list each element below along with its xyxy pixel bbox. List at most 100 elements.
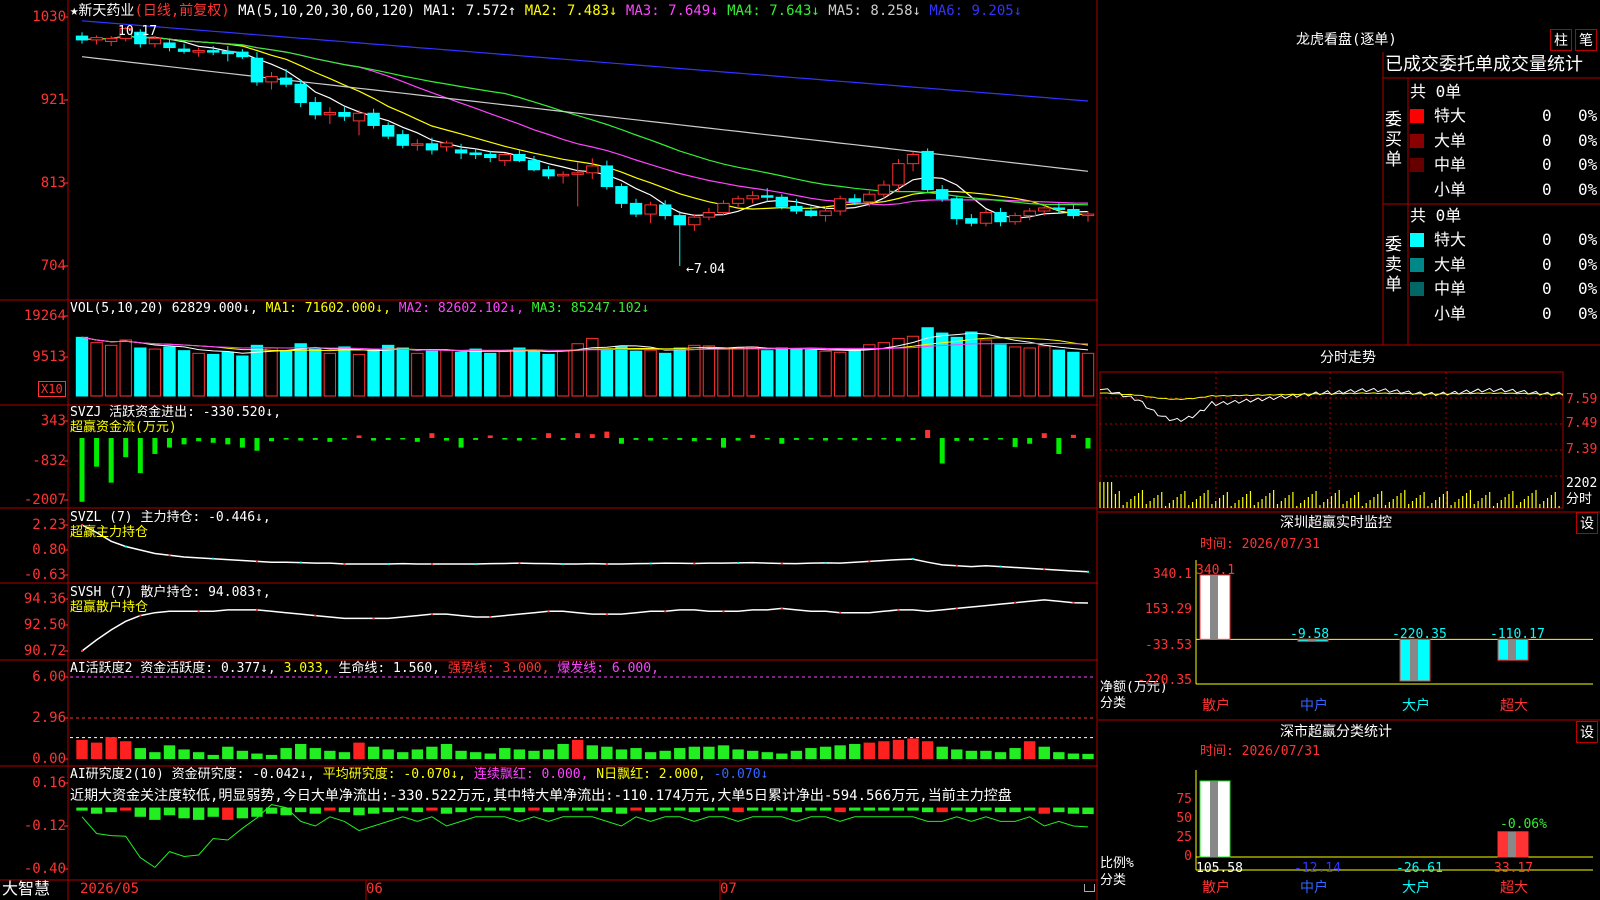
volume-bar — [119, 339, 132, 397]
bar-mode-button[interactable]: 柱 — [1550, 29, 1572, 51]
volume-bar — [440, 349, 453, 397]
ai1-bar — [572, 739, 584, 759]
ai1-bar — [236, 750, 249, 759]
ai2-bar — [936, 807, 948, 813]
svzj-axis-tick: -2007 — [23, 492, 66, 508]
volume-bar — [192, 352, 205, 397]
candle-body — [965, 218, 978, 224]
sell-percent: 0% — [1578, 230, 1598, 249]
candle-body — [586, 165, 599, 174]
tick-mode-button[interactable]: 笔 — [1575, 29, 1597, 51]
candle-body — [513, 153, 526, 162]
ai2-bars — [76, 804, 1094, 869]
monitor-settings-button[interactable]: 设 — [1576, 512, 1598, 534]
ma-lines — [81, 20, 1089, 219]
buy-volume: 0 — [1542, 179, 1552, 199]
volume-bar — [1023, 347, 1036, 397]
period-label[interactable]: (日线,前复权) — [134, 3, 229, 19]
ai2-bar — [484, 807, 496, 811]
ai1-bar — [484, 753, 496, 759]
candle-body — [236, 51, 249, 58]
svsh-point — [897, 608, 900, 611]
svzj-bar — [458, 438, 464, 448]
monitor-xlabel: 分类 — [1100, 696, 1127, 711]
ai1-bar — [90, 742, 103, 759]
classification-bar-shade — [1508, 831, 1516, 857]
monitor-category: 大户 — [1402, 698, 1430, 714]
classification-title: 深市超赢分类统计 — [1280, 724, 1392, 740]
sell-percent: 0% — [1578, 254, 1598, 274]
classification-bar-label: 105.58 — [1196, 861, 1243, 876]
ma-label-2: MA2: 7.483↓ — [516, 3, 618, 19]
svzj-bar — [1027, 438, 1033, 444]
volume-bar — [498, 350, 511, 397]
lock-icon[interactable] — [1084, 884, 1095, 892]
volume-bar — [1052, 349, 1066, 397]
buy-percent: 0% — [1578, 179, 1598, 199]
volume-bar — [177, 350, 191, 397]
candle-body — [936, 189, 949, 200]
svzj-bar — [1041, 433, 1047, 438]
candle-body — [352, 112, 366, 122]
volume-bar — [600, 348, 614, 397]
classification-time: 时间: 2026/07/31 — [1200, 744, 1320, 759]
svzj-bar — [531, 438, 537, 440]
svzj-bar — [983, 438, 989, 440]
svsh-axis-tick: 94.36 — [23, 591, 66, 607]
classification-category: 中户 — [1300, 880, 1328, 896]
ai1-bar — [644, 752, 657, 759]
svzj-bar — [239, 438, 245, 448]
svzj-bar — [269, 438, 275, 442]
ai1-bar — [674, 748, 686, 759]
monitor-bar-chart — [1195, 560, 1593, 685]
sell-name: 小单 — [1434, 303, 1467, 323]
candle-body — [104, 37, 118, 42]
ai2-bar — [615, 807, 628, 814]
volume-bar — [688, 344, 701, 397]
ai1-bar — [411, 749, 424, 759]
svzj-bar — [852, 438, 858, 441]
ai1-axis-tick: 2.96 — [32, 710, 66, 726]
brand-label[interactable]: 大智慧 — [2, 880, 50, 898]
vol-unit-badge[interactable]: X10 — [38, 381, 66, 397]
svzl-point — [824, 561, 827, 564]
candle-body — [790, 205, 803, 212]
volume-bar — [833, 351, 847, 397]
volume-bars — [75, 327, 1095, 397]
svzj-bar — [910, 438, 916, 440]
volume-bar — [323, 352, 337, 397]
buy-percent: 0% — [1578, 130, 1598, 150]
buy-name: 中单 — [1434, 155, 1467, 174]
candle-body — [221, 50, 234, 55]
svzj-bar — [327, 438, 333, 442]
svsh-point — [314, 614, 317, 617]
ai2-bar — [717, 807, 730, 811]
volume-bar — [148, 348, 162, 397]
ai2-bar — [1023, 807, 1036, 811]
buy-color-swatch — [1410, 182, 1424, 197]
buy-name: 特大 — [1434, 106, 1467, 125]
svzj-bar — [1056, 438, 1062, 454]
monitor-axis-tick: -33.53 — [1145, 638, 1192, 653]
classification-bar-label: 33.17 — [1494, 861, 1534, 876]
candle-body — [527, 160, 541, 171]
candle-body — [484, 153, 497, 159]
buy-name: 大单 — [1434, 130, 1467, 150]
ai1-bar — [1038, 746, 1050, 759]
svzj-bar — [968, 438, 974, 441]
svzj-bar — [225, 438, 231, 445]
sell-volume: 0 — [1542, 254, 1552, 274]
classification-ylabel: 比例% — [1100, 856, 1134, 871]
classification-extra-label: -0.06% — [1500, 817, 1547, 832]
svzl-point — [955, 564, 958, 567]
candle-body — [163, 42, 176, 49]
ai1-burst: 爆发线: 6.000, — [557, 661, 659, 676]
monitor-category: 散户 — [1202, 698, 1230, 714]
vol-header: VOL(5,10,20) 62829.000↓, MA1: 71602.000↓… — [70, 298, 649, 320]
svsh-point — [255, 608, 258, 611]
stock-name[interactable]: ★新天药业 — [70, 3, 134, 19]
candle-body — [192, 50, 205, 53]
svzj-bar — [648, 438, 654, 441]
classification-settings-button[interactable]: 设 — [1576, 721, 1598, 743]
volume-bar — [761, 350, 774, 397]
